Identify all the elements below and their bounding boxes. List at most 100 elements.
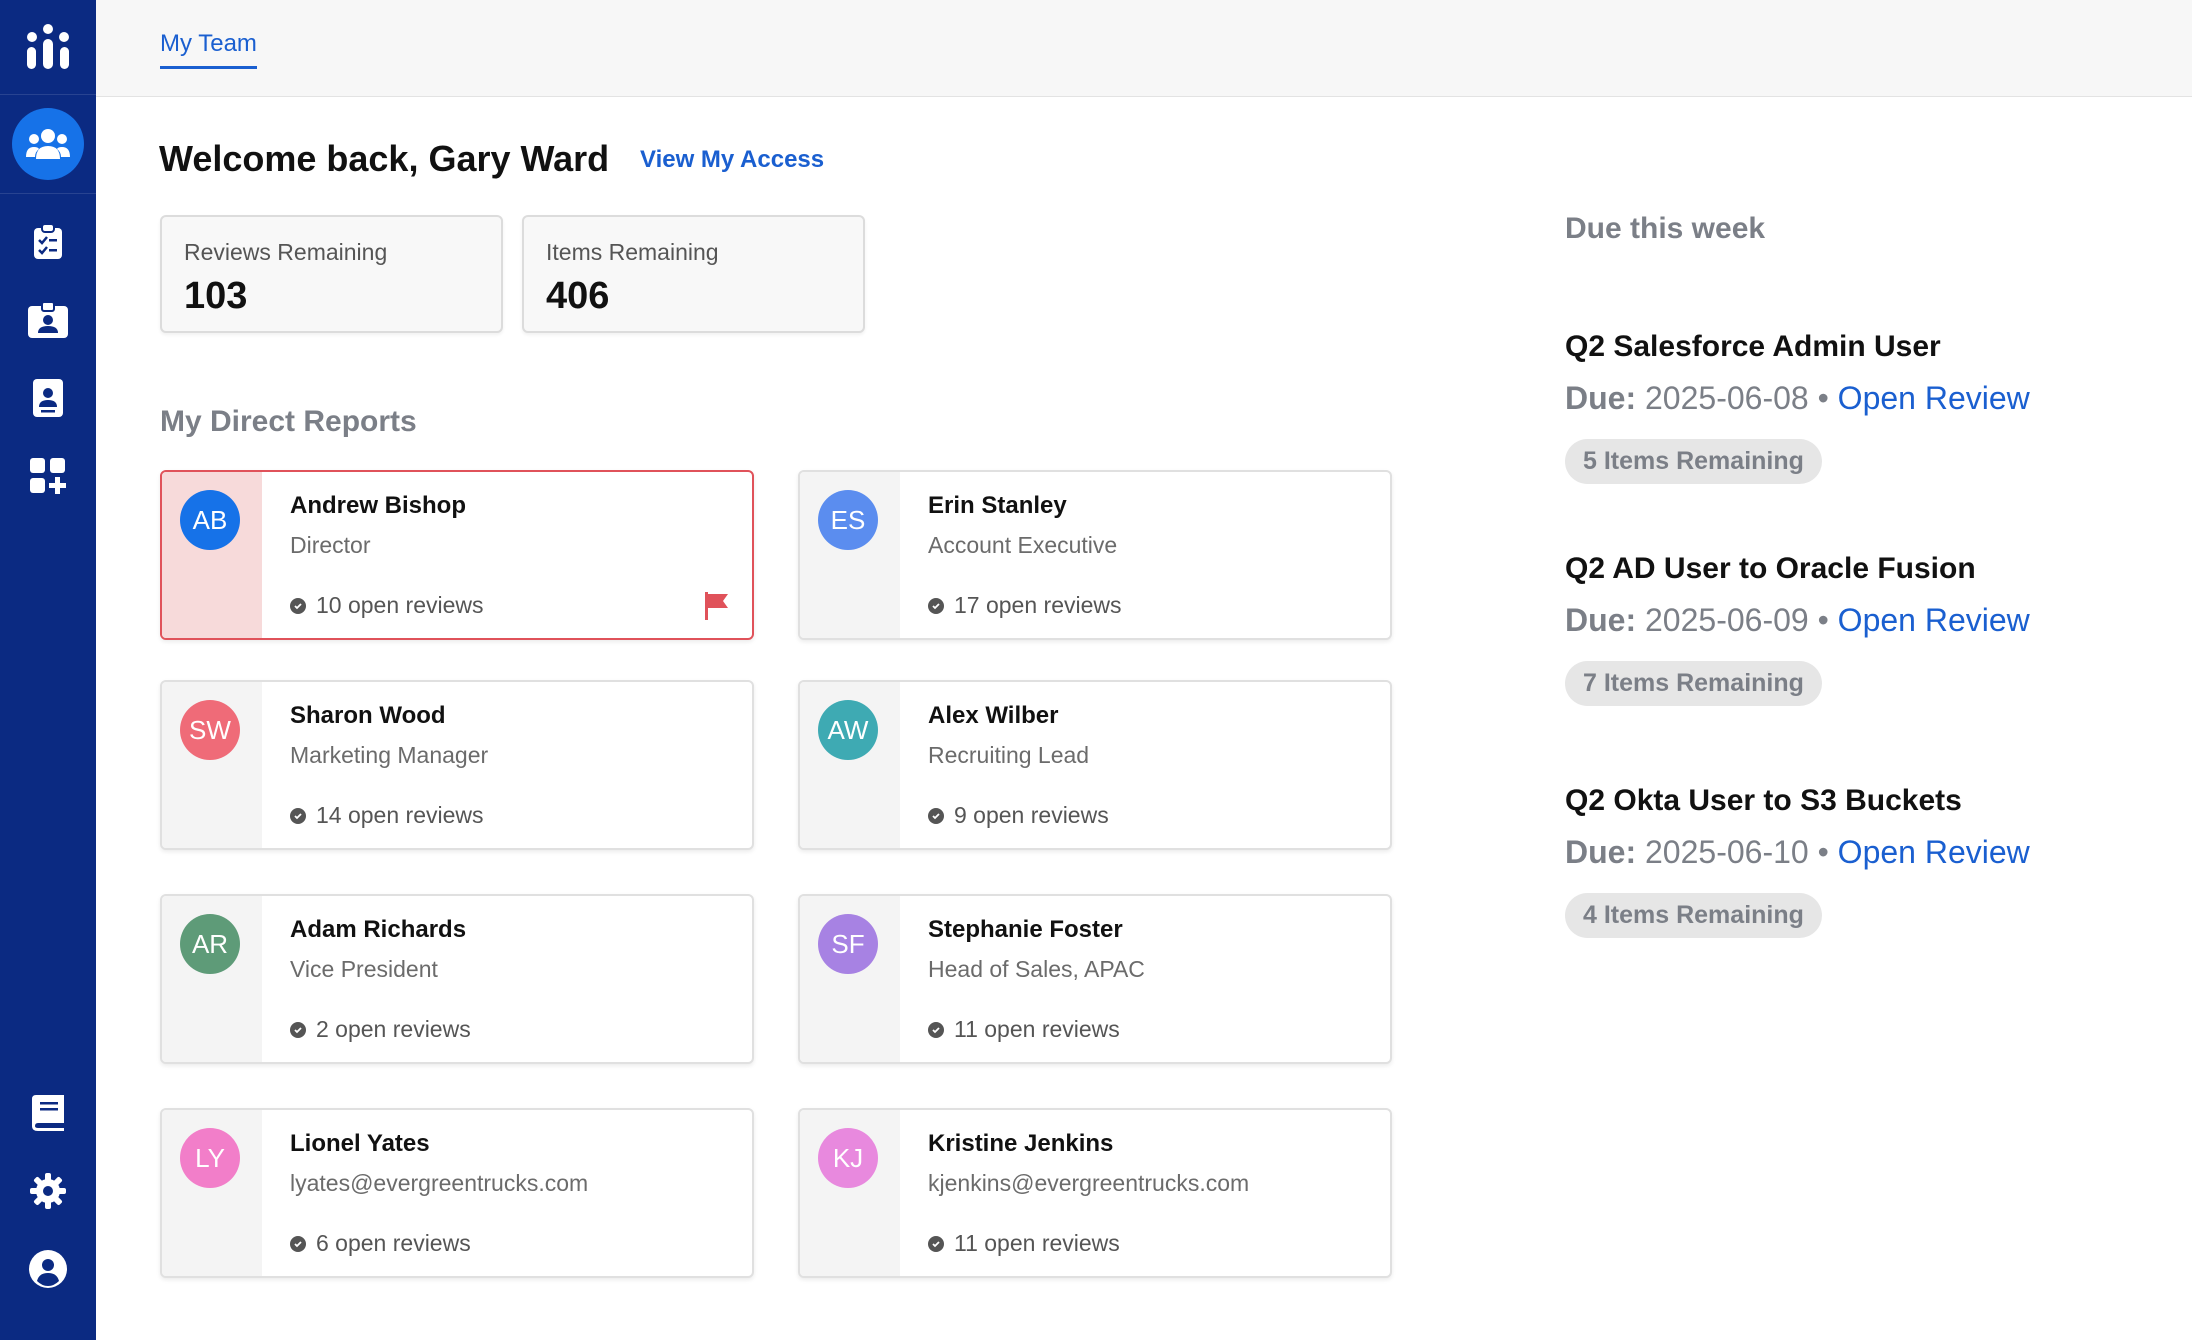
- due-line: Due: 2025-06-09 • Open Review: [1565, 602, 2030, 639]
- due-line: Due: 2025-06-08 • Open Review: [1565, 380, 2030, 417]
- report-title: Head of Sales, APAC: [928, 956, 1145, 982]
- report-card[interactable]: AR Adam Richards Vice President 2 open r…: [160, 894, 754, 1064]
- report-card[interactable]: AB Andrew Bishop Director 10 open review…: [160, 470, 754, 640]
- due-line: Due: 2025-06-10 • Open Review: [1565, 834, 2030, 871]
- report-email: lyates@evergreentrucks.com: [290, 1170, 589, 1196]
- logo[interactable]: [0, 0, 96, 95]
- nav-reviews[interactable]: [24, 218, 72, 266]
- avatar: LY: [180, 1128, 240, 1188]
- contact-card-icon: [33, 379, 63, 417]
- open-reviews: 11 open reviews: [928, 1230, 1120, 1257]
- report-card[interactable]: LY Lionel Yates lyates@evergreentrucks.c…: [160, 1108, 754, 1278]
- report-title: Account Executive: [928, 532, 1118, 558]
- open-reviews-text: 14 open reviews: [316, 802, 484, 828]
- avatar: AW: [818, 700, 878, 760]
- stat-value: 406: [546, 275, 610, 317]
- separator: •: [1817, 602, 1829, 638]
- nav-docs[interactable]: [24, 1089, 72, 1137]
- report-card[interactable]: KJ Kristine Jenkins kjenkins@evergreentr…: [798, 1108, 1392, 1278]
- due-this-week-title: Due this week: [1565, 212, 1766, 245]
- due-item: Q2 Okta User to S3 Buckets Due: 2025-06-…: [1565, 784, 2030, 938]
- id-badge-icon: [28, 302, 68, 338]
- open-reviews-text: 17 open reviews: [954, 592, 1122, 618]
- avatar: AR: [180, 914, 240, 974]
- open-reviews-text: 10 open reviews: [316, 592, 484, 618]
- stat-value: 103: [184, 275, 248, 317]
- open-reviews: 9 open reviews: [928, 802, 1109, 829]
- top-bar: My Team: [96, 0, 2192, 97]
- open-reviews: 11 open reviews: [928, 1016, 1120, 1043]
- nav-access[interactable]: [24, 296, 72, 344]
- report-card[interactable]: SF Stephanie Foster Head of Sales, APAC …: [798, 894, 1392, 1064]
- clipboard-check-icon: [34, 224, 62, 259]
- due-label: Due:: [1565, 380, 1637, 416]
- nav-settings[interactable]: [24, 1167, 72, 1215]
- due-date: 2025-06-08: [1645, 380, 1809, 416]
- open-review-link[interactable]: Open Review: [1838, 834, 2030, 870]
- open-reviews: 14 open reviews: [290, 802, 484, 829]
- report-name: Sharon Wood: [290, 702, 446, 729]
- report-name: Stephanie Foster: [928, 916, 1123, 943]
- check-circle-icon: [290, 597, 306, 614]
- check-circle-icon: [290, 1021, 306, 1038]
- due-item: Q2 Salesforce Admin User Due: 2025-06-08…: [1565, 330, 2030, 484]
- report-card[interactable]: AW Alex Wilber Recruiting Lead 9 open re…: [798, 680, 1392, 850]
- items-remaining-badge: 5 Items Remaining: [1565, 439, 1822, 484]
- sidebar-divider: [0, 193, 96, 194]
- sidebar: [0, 0, 96, 1340]
- user-circle-icon: [29, 1250, 67, 1288]
- gear-icon: [30, 1173, 66, 1209]
- due-item: Q2 AD User to Oracle Fusion Due: 2025-06…: [1565, 552, 2030, 706]
- report-name: Alex Wilber: [928, 702, 1059, 729]
- report-title: Director: [290, 532, 371, 558]
- report-title: Marketing Manager: [290, 742, 489, 768]
- avatar: SW: [180, 700, 240, 760]
- page-title: Welcome back, Gary Ward: [159, 138, 610, 179]
- report-name: Adam Richards: [290, 916, 467, 943]
- report-card[interactable]: SW Sharon Wood Marketing Manager 14 open…: [160, 680, 754, 850]
- items-remaining-badge: 4 Items Remaining: [1565, 893, 1822, 938]
- avatar: ES: [818, 490, 878, 550]
- check-circle-icon: [928, 597, 944, 614]
- stat-label: Reviews Remaining: [184, 239, 388, 265]
- separator: •: [1817, 834, 1829, 870]
- open-reviews: 2 open reviews: [290, 1016, 471, 1043]
- check-circle-icon: [928, 807, 944, 824]
- check-circle-icon: [928, 1235, 944, 1252]
- check-circle-icon: [928, 1021, 944, 1038]
- due-item-title: Q2 Okta User to S3 Buckets: [1565, 784, 1962, 817]
- avatar: AB: [180, 490, 240, 550]
- open-reviews: 17 open reviews: [928, 592, 1122, 619]
- open-reviews: 6 open reviews: [290, 1230, 471, 1257]
- reviews-remaining-card: Reviews Remaining 103: [160, 215, 503, 333]
- open-review-link[interactable]: Open Review: [1838, 380, 2030, 416]
- nav-apps[interactable]: [24, 452, 72, 500]
- open-reviews-text: 2 open reviews: [316, 1016, 471, 1042]
- view-my-access-link[interactable]: View My Access: [640, 146, 824, 174]
- book-icon: [32, 1095, 64, 1131]
- report-email: kjenkins@evergreentrucks.com: [928, 1170, 1250, 1196]
- flag-icon[interactable]: [704, 592, 730, 620]
- due-label: Due:: [1565, 834, 1637, 870]
- report-title: Vice President: [290, 956, 438, 982]
- due-label: Due:: [1565, 602, 1637, 638]
- avatar: SF: [818, 914, 878, 974]
- due-date: 2025-06-10: [1645, 834, 1809, 870]
- open-reviews-text: 9 open reviews: [954, 802, 1109, 828]
- avatar: KJ: [818, 1128, 878, 1188]
- report-card[interactable]: ES Erin Stanley Account Executive 17 ope…: [798, 470, 1392, 640]
- open-reviews-text: 11 open reviews: [954, 1016, 1120, 1042]
- due-date: 2025-06-09: [1645, 602, 1809, 638]
- open-review-link[interactable]: Open Review: [1838, 602, 2030, 638]
- report-name: Andrew Bishop: [290, 492, 467, 519]
- nav-profile[interactable]: [24, 1245, 72, 1293]
- nav-my-team[interactable]: [12, 108, 84, 180]
- apps-add-icon: [30, 458, 66, 494]
- report-name: Lionel Yates: [290, 1130, 430, 1157]
- items-remaining-card: Items Remaining 406: [522, 215, 865, 333]
- tab-my-team[interactable]: My Team: [160, 30, 257, 69]
- items-remaining-badge: 7 Items Remaining: [1565, 661, 1822, 706]
- stat-label: Items Remaining: [546, 239, 719, 265]
- nav-directory[interactable]: [24, 374, 72, 422]
- logo-icon: [27, 24, 69, 69]
